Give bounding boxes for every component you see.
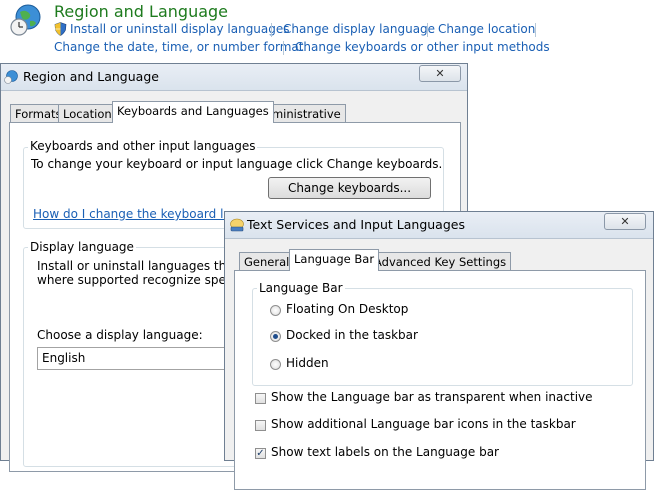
show-text-labels-label[interactable]: Show text labels on the Language bar bbox=[271, 445, 499, 459]
text-services-close-button[interactable]: ✕ bbox=[604, 213, 646, 230]
tab-keyboards-and-languages[interactable]: Keyboards and Languages bbox=[112, 101, 274, 123]
language-bar-group-label: Language Bar bbox=[257, 281, 345, 295]
keyboard-help-link[interactable]: How do I change the keyboard layou bbox=[33, 207, 253, 221]
language-bar-icon bbox=[230, 218, 244, 232]
tab-location[interactable]: Location bbox=[58, 104, 117, 123]
text-services-titlebar[interactable]: Text Services and Input Languages ✕ bbox=[225, 212, 653, 239]
hidden-label[interactable]: Hidden bbox=[286, 356, 329, 370]
tab-general[interactable]: General bbox=[239, 252, 295, 271]
display-language-group-label: Display language bbox=[28, 240, 136, 254]
link-separator bbox=[271, 23, 272, 37]
link-separator bbox=[535, 23, 536, 37]
uac-shield-icon bbox=[54, 22, 67, 36]
link-separator bbox=[427, 23, 428, 37]
text-services-body: General Language Bar Advanced Key Settin… bbox=[226, 239, 652, 490]
display-language-select[interactable]: English bbox=[37, 347, 237, 370]
text-services-dialog: Text Services and Input Languages ✕ Gene… bbox=[224, 211, 654, 490]
floating-on-desktop-radio[interactable] bbox=[270, 305, 281, 316]
region-dialog-close-button[interactable]: ✕ bbox=[419, 65, 461, 82]
hidden-radio[interactable] bbox=[270, 359, 281, 370]
tab-language-bar[interactable]: Language Bar bbox=[289, 249, 380, 271]
transparent-when-inactive-checkbox[interactable] bbox=[255, 393, 266, 404]
region-dialog-title: Region and Language bbox=[23, 69, 159, 84]
show-text-labels-checkbox[interactable]: ✓ bbox=[255, 448, 266, 459]
transparent-when-inactive-label[interactable]: Show the Language bar as transparent whe… bbox=[271, 390, 593, 404]
floating-on-desktop-label[interactable]: Floating On Desktop bbox=[286, 302, 408, 316]
install-uninstall-languages-link[interactable]: Install or uninstall display languages bbox=[70, 22, 290, 36]
docked-in-taskbar-radio[interactable] bbox=[270, 331, 281, 342]
change-keyboards-button[interactable]: Change keyboards... bbox=[268, 177, 431, 199]
additional-icons-checkbox[interactable] bbox=[255, 420, 266, 431]
additional-icons-label[interactable]: Show additional Language bar icons in th… bbox=[271, 417, 576, 431]
text-services-title: Text Services and Input Languages bbox=[247, 217, 465, 232]
region-dialog-titlebar[interactable]: Region and Language ✕ bbox=[1, 64, 467, 91]
change-keyboards-link[interactable]: Change keyboards or other input methods bbox=[295, 40, 550, 54]
tab-advanced-key-settings[interactable]: Advanced Key Settings bbox=[369, 252, 512, 271]
change-display-language-link[interactable]: Change display language bbox=[283, 22, 435, 36]
link-separator bbox=[283, 41, 284, 55]
display-language-description-line1: Install or uninstall languages that W bbox=[37, 259, 254, 273]
language-bar-panel: Language Bar Floating On Desktop Docked … bbox=[234, 270, 646, 490]
choose-display-language-label: Choose a display language: bbox=[37, 328, 203, 342]
docked-in-taskbar-label[interactable]: Docked in the taskbar bbox=[286, 328, 418, 342]
change-date-time-format-link[interactable]: Change the date, time, or number format bbox=[54, 40, 303, 54]
globe-clock-icon bbox=[10, 4, 41, 36]
page-title: Region and Language bbox=[54, 2, 229, 21]
keyboards-group-label: Keyboards and other input languages bbox=[28, 139, 258, 153]
globe-clock-icon bbox=[4, 70, 18, 84]
change-location-link[interactable]: Change location bbox=[438, 22, 535, 36]
keyboards-description: To change your keyboard or input languag… bbox=[31, 157, 443, 171]
